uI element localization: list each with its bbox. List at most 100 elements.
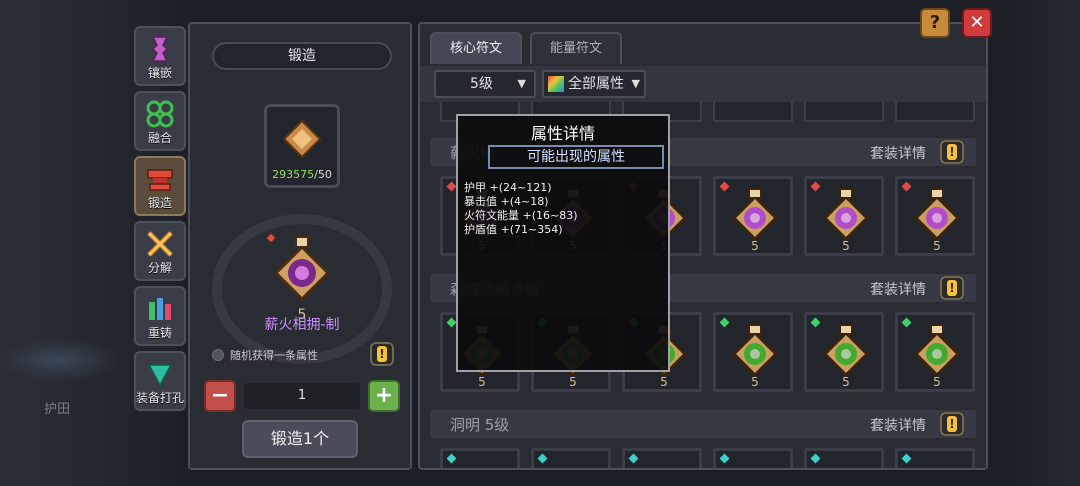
quantity-stepper: − 1 + (204, 380, 400, 414)
svg-text:5: 5 (933, 239, 941, 251)
chevron-down-icon: ▼ (631, 77, 640, 90)
rune-cell[interactable] (713, 448, 793, 468)
set-detail-link[interactable]: 套装详情 (870, 143, 926, 163)
gem-dot-icon (446, 453, 457, 464)
attr-line: 火符文能量 +(16~83) (464, 209, 578, 222)
material-slot[interactable]: 293575/50 (264, 104, 340, 188)
decompose-icon (147, 231, 173, 257)
forge-title: 锻造 (212, 42, 392, 70)
rune-icon: 5 (822, 324, 870, 387)
rune-cell[interactable]: 5 (713, 312, 793, 392)
tab-core-rune[interactable]: 核心符文 (430, 32, 522, 64)
svg-text:5: 5 (478, 375, 486, 387)
color-swatch-icon (548, 76, 564, 92)
bullet-icon (212, 349, 224, 361)
popup-attr-list: 护甲 +(24~121) 暴击值 +(4~18) 火符文能量 +(16~83) … (464, 181, 578, 237)
popup-subtitle: 可能出现的属性 (488, 145, 664, 169)
rune-cell[interactable] (531, 448, 611, 468)
rune-cell[interactable]: 5 (895, 176, 975, 256)
material-need: /50 (314, 168, 332, 181)
level-dropdown[interactable]: 5级 ▼ (434, 70, 536, 98)
tab-energy-rune[interactable]: 能量符文 (530, 32, 622, 64)
tool-label: 锻造 (147, 196, 172, 210)
set-detail-link[interactable]: 套装详情 (870, 279, 926, 299)
rune-cell-partial[interactable] (713, 102, 793, 122)
set-info-button[interactable]: ! (940, 412, 964, 436)
result-name: 薪火相拥-制 (264, 317, 340, 333)
socket-icon (147, 364, 173, 387)
tool-recast-button[interactable]: 重铸 (134, 286, 186, 346)
decrease-button[interactable]: − (204, 380, 236, 412)
material-count: 293575/50 (267, 168, 337, 181)
exclamation-icon: ! (947, 416, 957, 432)
gem-dot-icon (719, 453, 730, 464)
exclamation-icon: ! (377, 346, 387, 362)
tool-decompose-button[interactable]: 分解 (134, 221, 186, 281)
rune-icon: 5 (731, 188, 779, 251)
close-button[interactable]: ✕ (962, 8, 992, 38)
gem-dot-icon (537, 453, 548, 464)
random-attr-text: 随机获得一条属性 (230, 349, 318, 362)
tool-forge-button[interactable]: 锻造 (134, 156, 186, 216)
filter-bar: 5级 ▼ 全部属性 ▼ (420, 66, 986, 102)
rune-cell-partial[interactable] (895, 102, 975, 122)
rune-icon: 5 (731, 324, 779, 387)
attribute-dropdown[interactable]: 全部属性 ▼ (542, 70, 646, 98)
svg-text:5: 5 (751, 375, 759, 387)
tool-label: 镶嵌 (147, 66, 172, 80)
rune-cell[interactable] (895, 448, 975, 468)
tool-label: 重铸 (147, 326, 172, 340)
rune-cell[interactable]: 5 (713, 176, 793, 256)
svg-text:5: 5 (842, 239, 850, 251)
gem-dot-icon (810, 453, 821, 464)
rune-icon: 5 (913, 324, 961, 387)
result-rune[interactable]: 5 (262, 229, 342, 325)
quantity-value[interactable]: 1 (244, 383, 360, 409)
material-have: 293575 (272, 168, 315, 181)
rune-cell[interactable] (804, 448, 884, 468)
rune-cell[interactable] (440, 448, 520, 468)
set-info-button[interactable]: ! (940, 276, 964, 300)
rune-icon: 5 (913, 188, 961, 251)
set-header: 洞明 5级 套装详情! (430, 410, 976, 438)
popup-title: 属性详情 (530, 124, 595, 143)
side-toolbar: 镶嵌 融合 锻造 分解 重铸 装备打孔 (134, 26, 190, 416)
svg-text:5: 5 (842, 375, 850, 387)
background-text: 护田 (44, 402, 71, 417)
material-icon (282, 119, 322, 159)
attr-line: 护甲 +(24~121) (464, 181, 552, 194)
fuse-icon (146, 100, 174, 128)
tool-label: 装备打孔 (136, 391, 185, 405)
attr-line: 暴击值 +(4~18) (464, 195, 549, 208)
help-button[interactable]: ? (920, 8, 950, 38)
attr-line: 护盾值 +(71~354) (464, 223, 563, 236)
level-value: 5级 (470, 76, 493, 92)
random-attr-info-button[interactable]: ! (370, 342, 394, 366)
random-attr-row: 随机获得一条属性 ! (210, 342, 400, 366)
tool-label: 融合 (147, 131, 172, 145)
forge-button[interactable]: 锻造1个 (242, 420, 358, 458)
svg-text:5: 5 (660, 375, 668, 387)
set-info-button[interactable]: ! (940, 140, 964, 164)
gem-dot-icon (901, 453, 912, 464)
rune-cell[interactable]: 5 (804, 312, 884, 392)
tool-inlay-button[interactable]: 镶嵌 (134, 26, 186, 86)
inlay-icon (151, 36, 169, 62)
increase-button[interactable]: + (368, 380, 400, 412)
rune-cell[interactable] (622, 448, 702, 468)
svg-text:5: 5 (569, 375, 577, 387)
tool-fuse-button[interactable]: 融合 (134, 91, 186, 151)
rune-cell[interactable]: 5 (895, 312, 975, 392)
exclamation-icon: ! (947, 144, 957, 160)
rune-cell-partial[interactable] (804, 102, 884, 122)
recast-icon (149, 298, 171, 320)
set-detail-link[interactable]: 套装详情 (870, 415, 926, 435)
exclamation-icon: ! (947, 280, 957, 296)
rune-cell[interactable]: 5 (804, 176, 884, 256)
chevron-down-icon: ▼ (517, 77, 526, 90)
tool-socket-button[interactable]: 装备打孔 (134, 351, 186, 411)
svg-text:5: 5 (751, 239, 759, 251)
rune-icon: 5 (822, 188, 870, 251)
rune-result-icon: 5 (266, 233, 331, 323)
attribute-detail-popup: 属性详情 可能出现的属性 护甲 +(24~121) 暴击值 +(4~18) 火符… (456, 114, 670, 372)
